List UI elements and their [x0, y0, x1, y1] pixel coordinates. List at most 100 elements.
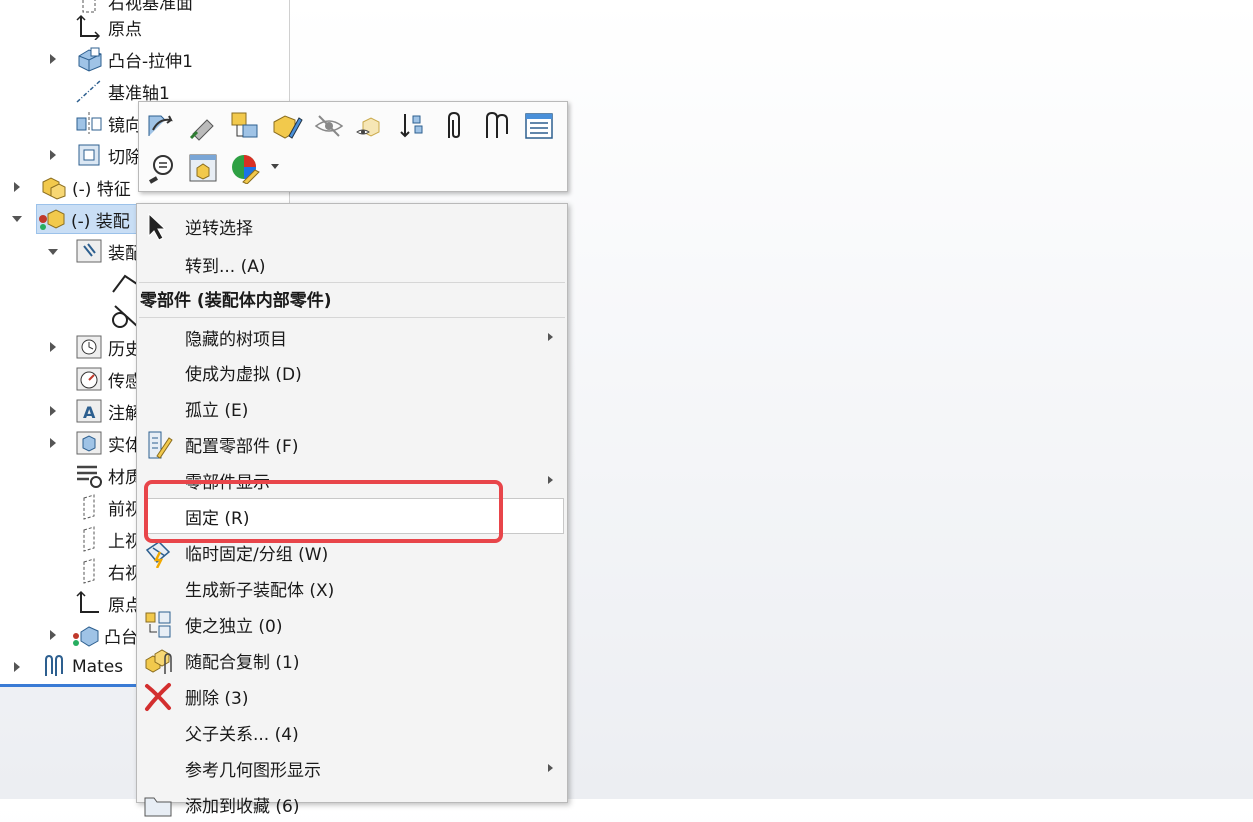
- rebuild-icon[interactable]: [395, 108, 431, 144]
- plane-icon: [74, 493, 104, 521]
- menu-item-make-independent[interactable]: 使之独立 (0): [137, 606, 567, 642]
- edit-sketch-icon[interactable]: [269, 108, 305, 144]
- tree-item-annotations[interactable]: A 注解: [74, 396, 142, 426]
- mates-folder-icon: [74, 237, 104, 265]
- tree-item-origin[interactable]: 原点: [74, 12, 142, 42]
- tree-item-history[interactable]: 历史: [74, 332, 142, 362]
- menu-item-parent-child[interactable]: 父子关系... (4): [137, 714, 567, 750]
- menu-item-label: 生成新子装配体 (X): [185, 580, 335, 601]
- tree-item-label: (-) 特征: [72, 179, 131, 200]
- mate-icon[interactable]: [437, 108, 473, 144]
- component-properties-icon[interactable]: [185, 150, 221, 186]
- extrude-icon: [74, 45, 104, 73]
- menu-separator: [139, 282, 565, 283]
- submenu-arrow-icon: [548, 476, 553, 484]
- expand-arrow-icon[interactable]: [50, 406, 56, 416]
- tree-item-label: 凸台: [104, 627, 138, 648]
- tree-item-label: 凸台-拉伸1: [108, 51, 193, 72]
- menu-item-goto[interactable]: 转到... (A): [137, 246, 567, 282]
- mirror-icon: [74, 109, 104, 137]
- part-icon: [38, 173, 68, 201]
- expand-arrow-icon[interactable]: [50, 150, 56, 160]
- open-part-icon[interactable]: [143, 108, 179, 144]
- tree-item-feature-part[interactable]: (-) 特征: [38, 172, 131, 202]
- zoom-to-selection-icon[interactable]: [143, 150, 179, 186]
- paperclip-icon: [38, 653, 68, 681]
- appearance-icon[interactable]: [227, 150, 263, 186]
- menu-section-header: 零部件 (装配体内部零件): [140, 291, 332, 311]
- tree-item-mates-folder[interactable]: 装配: [74, 236, 142, 266]
- menu-item-copy-with-mates[interactable]: 随配合复制 (1): [137, 642, 567, 678]
- origin-icon: [74, 589, 104, 617]
- tree-item-label: Mates: [72, 657, 124, 677]
- hide-icon[interactable]: [311, 108, 347, 144]
- menu-item-label: 孤立 (E): [185, 400, 249, 421]
- menu-item-add-to-favorites[interactable]: 添加到收藏 (6): [137, 786, 567, 822]
- solid-body-icon: [74, 429, 104, 457]
- edit-part-icon[interactable]: [185, 108, 221, 144]
- expand-arrow-icon[interactable]: [14, 182, 20, 192]
- menu-item-reference-geometry-display[interactable]: 参考几何图形显示: [137, 750, 567, 786]
- cursor-arrow-icon: [143, 212, 173, 242]
- extrude-icon: [70, 621, 100, 649]
- copy-with-mates-icon: [143, 646, 173, 676]
- tree-item-assembly-part-selected[interactable]: (-) 装配: [36, 204, 146, 234]
- smartmate-icon[interactable]: [227, 108, 263, 144]
- isolate-icon[interactable]: [353, 108, 389, 144]
- menu-item-label: 配置零部件 (F): [185, 436, 299, 457]
- axis-icon: [74, 77, 104, 105]
- tree-item-right-plane[interactable]: 右视: [74, 556, 142, 586]
- material-icon: [74, 461, 104, 489]
- cut-icon: [74, 141, 104, 169]
- collapse-arrow-icon[interactable]: [48, 249, 58, 255]
- context-toolbar: [138, 101, 568, 192]
- menu-item-make-virtual[interactable]: 使成为虚拟 (D): [137, 354, 567, 390]
- tree-item-origin-2[interactable]: 原点: [74, 588, 142, 618]
- expand-arrow-icon[interactable]: [50, 438, 56, 448]
- tree-item-mirror[interactable]: 镜向: [74, 108, 142, 138]
- menu-item-invert-selection[interactable]: 逆转选择: [137, 208, 567, 244]
- collapse-arrow-icon[interactable]: [12, 216, 22, 222]
- svg-text:A: A: [83, 403, 96, 422]
- menu-item-label: 临时固定/分组 (W): [185, 544, 329, 565]
- submenu-arrow-icon: [548, 764, 553, 772]
- expand-arrow-icon[interactable]: [14, 662, 20, 672]
- tree-item-boss[interactable]: 凸台: [70, 620, 138, 650]
- menu-item-delete[interactable]: 删除 (3): [137, 678, 567, 714]
- expand-arrow-icon[interactable]: [50, 54, 56, 64]
- make-independent-icon: [143, 610, 173, 640]
- tree-item-sensors[interactable]: 传感: [74, 364, 142, 394]
- menu-item-label: 逆转选择: [185, 218, 253, 239]
- menu-item-label: 随配合复制 (1): [185, 652, 300, 673]
- properties-list-icon[interactable]: [521, 108, 557, 144]
- expand-arrow-icon[interactable]: [50, 630, 56, 640]
- menu-item-label: 使成为虚拟 (D): [185, 364, 302, 385]
- tree-item-label: 切除: [108, 147, 142, 168]
- menu-item-label: 转到... (A): [185, 256, 266, 277]
- menu-item-isolate[interactable]: 孤立 (E): [137, 390, 567, 426]
- menu-item-label: 隐藏的树项目: [185, 329, 287, 350]
- menu-item-label: 删除 (3): [185, 688, 249, 709]
- menu-item-configure-component[interactable]: 配置零部件 (F): [137, 426, 567, 462]
- tree-item-boss-extrude[interactable]: 凸台-拉伸1: [74, 44, 193, 74]
- tree-item-top-plane[interactable]: 上视: [74, 524, 142, 554]
- mate-reference-icon[interactable]: [479, 108, 515, 144]
- menu-item-label: 参考几何图形显示: [185, 760, 321, 781]
- origin-icon: [74, 13, 104, 41]
- tree-item-mates[interactable]: Mates: [38, 652, 123, 682]
- history-icon: [74, 333, 104, 361]
- menu-item-label: 父子关系... (4): [185, 724, 299, 745]
- tree-item-front-plane[interactable]: 前视: [74, 492, 142, 522]
- menu-item-label: 使之独立 (0): [185, 616, 283, 637]
- sensor-icon: [74, 365, 104, 393]
- chevron-down-icon[interactable]: [271, 164, 279, 169]
- expand-arrow-icon[interactable]: [50, 342, 56, 352]
- menu-item-new-subassembly[interactable]: 生成新子装配体 (X): [137, 570, 567, 606]
- tree-item-cut[interactable]: 切除: [74, 140, 142, 170]
- tree-item-material[interactable]: 材质: [74, 460, 142, 490]
- tree-item-solid-bodies[interactable]: 实体: [74, 428, 142, 458]
- menu-item-hidden-tree-items[interactable]: 隐藏的树项目: [137, 319, 567, 355]
- configure-component-icon: [143, 430, 173, 460]
- tree-item-label: 基准轴1: [108, 83, 170, 104]
- tree-item-label: (-) 装配: [71, 211, 130, 232]
